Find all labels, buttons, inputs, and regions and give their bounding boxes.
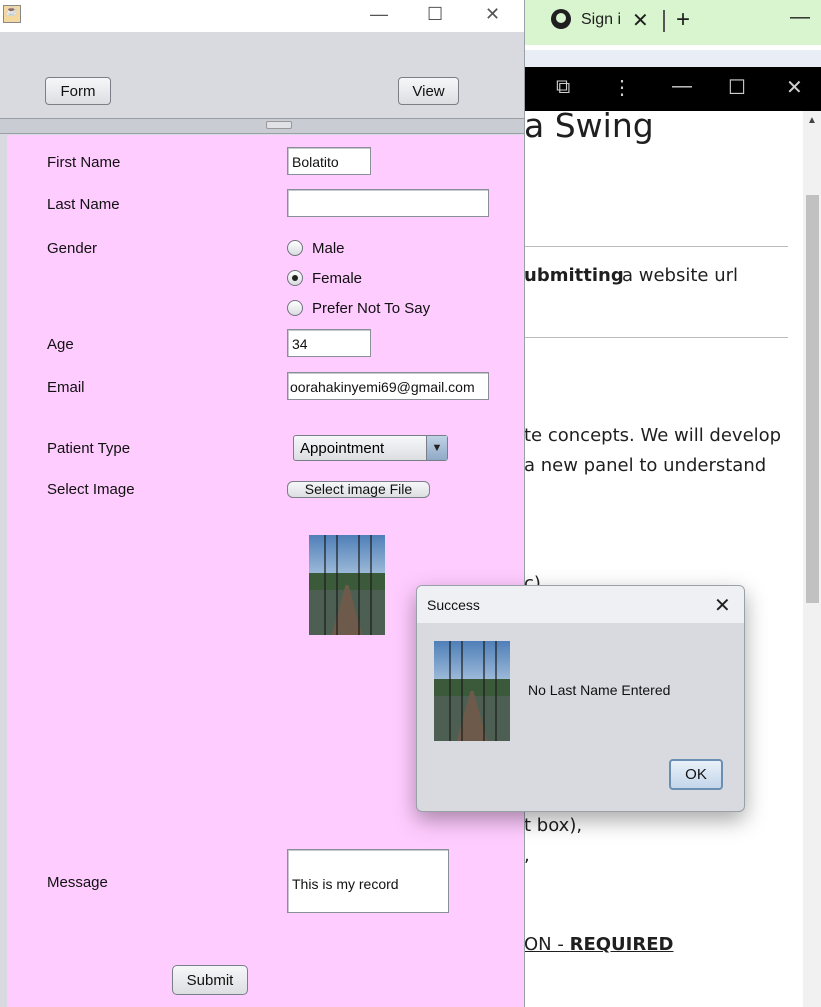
extension-puzzle-icon[interactable]: ⧉ (556, 76, 570, 99)
patient-type-value: Appointment (300, 440, 385, 457)
top-panel: Form View (0, 32, 524, 118)
doc-text: t box), (524, 815, 583, 836)
page-heading: a Swing (524, 106, 654, 145)
success-dialog: Success ✕ No Last Name Entered OK (416, 585, 745, 812)
browser-tab-title[interactable]: Sign i (581, 11, 621, 29)
github-icon (551, 9, 571, 29)
message-textarea[interactable]: This is my record (287, 849, 449, 913)
more-options-icon[interactable]: ⋮ (612, 75, 632, 100)
divider (524, 337, 788, 338)
devtools-close-icon[interactable]: ✕ (786, 75, 803, 100)
gender-prefer-not-label[interactable]: Prefer Not To Say (312, 300, 430, 317)
tab-close-icon[interactable]: ✕ (632, 8, 649, 33)
selected-image-preview (309, 535, 385, 635)
doc-bold-text: ubmitting (524, 265, 624, 286)
java-icon: ☕ (3, 5, 21, 23)
scrollbar-thumb[interactable] (806, 195, 819, 603)
dialog-title: Success (427, 597, 480, 613)
split-grip-handle[interactable] (266, 121, 292, 129)
form-button[interactable]: Form (45, 77, 111, 105)
gender-label: Gender (47, 240, 98, 257)
maximize-icon[interactable]: ☐ (427, 4, 443, 25)
patient-type-label: Patient Type (47, 440, 131, 457)
new-tab-icon[interactable]: + (676, 6, 690, 34)
email-label: Email (47, 379, 85, 396)
tab-separator (663, 10, 665, 32)
select-image-button[interactable]: Select image File (287, 481, 430, 498)
age-field[interactable]: 34 (287, 329, 371, 357)
dialog-image-icon (434, 641, 510, 741)
swing-window: ☕ — ☐ ✕ Form View First Name Bolatito La… (0, 0, 525, 1007)
dialog-titlebar: Success ✕ (417, 586, 744, 623)
dialog-message: No Last Name Entered (528, 682, 671, 698)
devtools-minimize-icon[interactable]: — (672, 75, 692, 98)
submit-button[interactable]: Submit (172, 965, 248, 995)
divider (524, 246, 788, 247)
first-name-label: First Name (47, 154, 121, 171)
email-field[interactable]: oorahakinyemi69@gmail.com (287, 372, 489, 400)
swing-titlebar: ☕ — ☐ ✕ (0, 0, 524, 32)
view-button[interactable]: View (398, 77, 459, 105)
doc-link-prefix: ON - (524, 934, 570, 955)
scroll-up-icon[interactable]: ▲ (807, 115, 817, 126)
age-label: Age (47, 336, 74, 353)
doc-link-bold: REQUIRED (569, 934, 674, 955)
dialog-close-icon[interactable]: ✕ (714, 593, 731, 618)
last-name-label: Last Name (47, 196, 120, 213)
gender-female-radio[interactable] (287, 270, 303, 286)
patient-type-select[interactable]: Appointment ▼ (293, 435, 448, 461)
browser-minimize-icon[interactable]: — (790, 6, 810, 29)
doc-text: a new panel to understand (524, 455, 767, 476)
devtools-window-bar: ⧉ ⋮ — ☐ ✕ (524, 67, 821, 111)
chevron-down-icon[interactable]: ▼ (426, 436, 447, 460)
gender-male-radio[interactable] (287, 240, 303, 256)
select-image-label: Select Image (47, 481, 135, 498)
split-pane-divider[interactable] (0, 118, 524, 134)
ok-button[interactable]: OK (669, 759, 723, 790)
last-name-field[interactable] (287, 189, 489, 217)
first-name-field[interactable]: Bolatito (287, 147, 371, 175)
gender-prefer-not-radio[interactable] (287, 300, 303, 316)
doc-text: a website url (622, 265, 739, 286)
close-icon[interactable]: ✕ (485, 4, 500, 25)
doc-link-text[interactable]: ON - REQUIRED (524, 934, 673, 955)
minimize-icon[interactable]: — (370, 4, 388, 25)
message-label: Message (47, 874, 108, 891)
devtools-maximize-icon[interactable]: ☐ (728, 75, 746, 100)
gender-female-label[interactable]: Female (312, 270, 362, 287)
doc-text: te concepts. We will develop (524, 425, 782, 446)
gender-male-label[interactable]: Male (312, 240, 345, 257)
